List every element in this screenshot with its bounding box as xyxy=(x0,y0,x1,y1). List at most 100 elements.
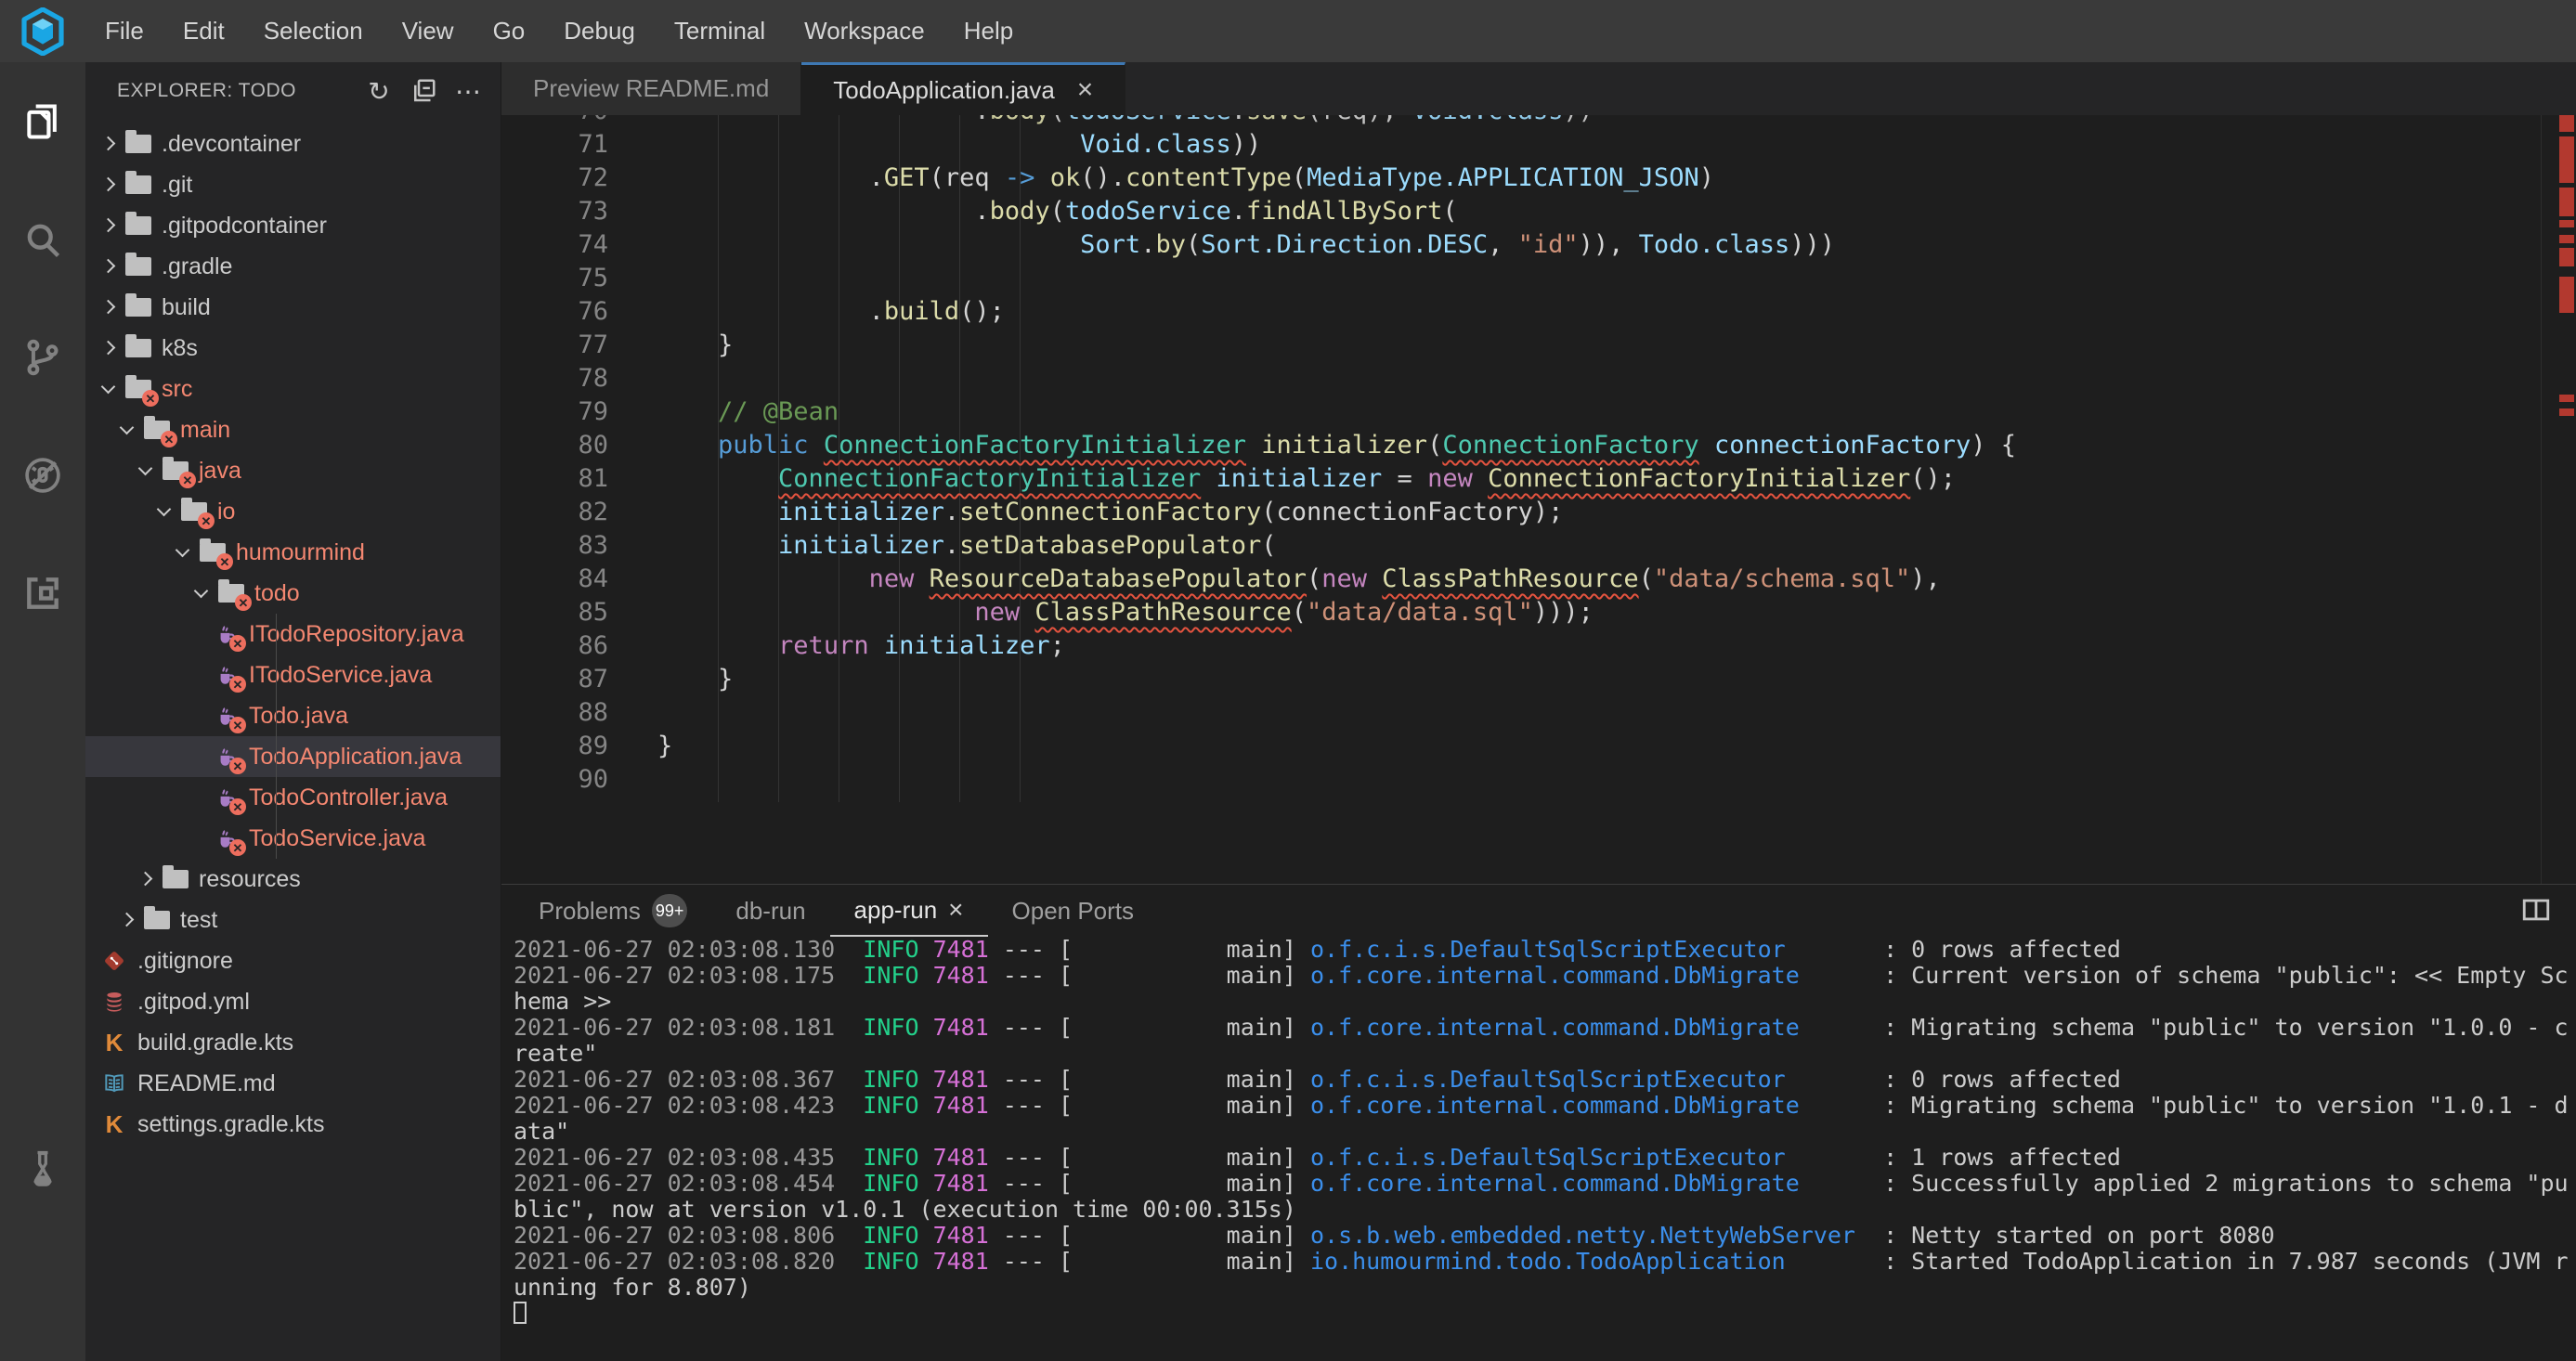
editor-tab-todoapplication-java[interactable]: TodoApplication.java× xyxy=(801,62,1125,115)
test-flask-icon[interactable] xyxy=(0,1109,85,1227)
line-content: ConnectionFactoryInitializer initializer… xyxy=(608,462,1956,496)
tree-item--gitpodcontainer[interactable]: .gitpodcontainer xyxy=(85,205,501,246)
menu-item-debug[interactable]: Debug xyxy=(544,0,655,62)
tree-item-settings-gradle-kts[interactable]: Ksettings.gradle.kts xyxy=(85,1104,501,1145)
menu-item-help[interactable]: Help xyxy=(944,0,1033,62)
ide-window: FileEditSelectionViewGoDebugTerminalWork… xyxy=(0,0,2576,1361)
tree-item-todo[interactable]: ✕todo xyxy=(85,573,501,614)
tree-item-build[interactable]: build xyxy=(85,287,501,328)
panel-tab-db-run[interactable]: db-run xyxy=(711,885,829,937)
tree-item-label: .gitpod.yml xyxy=(137,989,250,1016)
line-number: 87 xyxy=(501,663,608,696)
tree-item-main[interactable]: ✕main xyxy=(85,409,501,450)
tree-item-label: README.md xyxy=(137,1070,276,1097)
tree-item-todoservice-java[interactable]: ✕TodoService.java xyxy=(85,818,501,859)
split-panel-icon[interactable] xyxy=(2520,894,2552,930)
folder-icon xyxy=(124,254,152,279)
tree-item-todocontroller-java[interactable]: ✕TodoController.java xyxy=(85,777,501,818)
close-icon[interactable]: × xyxy=(948,895,963,925)
menu-item-terminal[interactable]: Terminal xyxy=(655,0,785,62)
java-icon: ✕ xyxy=(212,826,240,850)
code-line: 85 new ClassPathResource("data/data.sql"… xyxy=(501,596,2541,629)
tree-item-label: io xyxy=(217,499,235,525)
error-badge: ✕ xyxy=(229,717,246,733)
tree-item-io[interactable]: ✕io xyxy=(85,491,501,532)
chevron-down-icon xyxy=(100,382,115,396)
activity-bar xyxy=(0,62,85,1361)
line-number: 79 xyxy=(501,395,608,429)
line-number: 86 xyxy=(501,629,608,663)
menu-item-workspace[interactable]: Workspace xyxy=(785,0,944,62)
error-mark xyxy=(2559,235,2574,243)
tree-item-label: .gitignore xyxy=(137,948,233,975)
gitpod-logo-icon[interactable] xyxy=(0,0,85,62)
terminal-line: 2021-06-27 02:03:08.130 INFO 7481 --- [ … xyxy=(514,937,2576,963)
menu-item-edit[interactable]: Edit xyxy=(163,0,244,62)
tree-item-k8s[interactable]: k8s xyxy=(85,328,501,369)
tree-item-java[interactable]: ✕java xyxy=(85,450,501,491)
tree-item-label: src xyxy=(162,376,192,403)
tree-item-test[interactable]: test xyxy=(85,900,501,940)
tree-item-todo-java[interactable]: ✕Todo.java xyxy=(85,695,501,736)
line-content xyxy=(608,262,657,295)
tree-item--gitpod-yml[interactable]: .gitpod.yml xyxy=(85,981,501,1022)
panel-tab-problems[interactable]: Problems99+ xyxy=(514,885,711,937)
editor-tab-preview-readme-md[interactable]: Preview README.md xyxy=(501,62,801,115)
debug-icon[interactable] xyxy=(0,416,85,534)
code-line: 88 xyxy=(501,696,2541,730)
source-control-icon[interactable] xyxy=(0,298,85,416)
panel-tab-label: Open Ports xyxy=(1012,897,1135,926)
tree-item--gitignore[interactable]: .gitignore xyxy=(85,940,501,981)
search-icon[interactable] xyxy=(0,180,85,298)
explorer-sidebar: EXPLORER: TODO ↻ ⋯ .devcontainer.git.git… xyxy=(85,62,501,1361)
tree-item--devcontainer[interactable]: .devcontainer xyxy=(85,123,501,164)
panel-tab-open-ports[interactable]: Open Ports xyxy=(988,885,1159,937)
terminal-line: hema >> xyxy=(514,989,2576,1015)
overview-ruler[interactable] xyxy=(2541,115,2576,884)
tree-item--git[interactable]: .git xyxy=(85,164,501,205)
terminal-line: 2021-06-27 02:03:08.454 INFO 7481 --- [ … xyxy=(514,1171,2576,1197)
terminal-output[interactable]: 2021-06-27 02:03:08.130 INFO 7481 --- [ … xyxy=(514,937,2576,1361)
tree-item--gradle[interactable]: .gradle xyxy=(85,246,501,287)
error-badge: ✕ xyxy=(229,676,246,693)
collapse-all-icon[interactable] xyxy=(408,75,439,107)
line-content: return initializer; xyxy=(608,629,1065,663)
tree-item-itodoservice-java[interactable]: ✕ITodoService.java xyxy=(85,655,501,695)
line-number: 71 xyxy=(501,128,608,162)
tree-item-itodorepository-java[interactable]: ✕ITodoRepository.java xyxy=(85,614,501,655)
tree-item-todoapplication-java[interactable]: ✕TodoApplication.java xyxy=(85,736,501,777)
tree-item-build-gradle-kts[interactable]: Kbuild.gradle.kts xyxy=(85,1022,501,1063)
panel-tab-label: db-run xyxy=(735,897,805,926)
java-icon: ✕ xyxy=(212,785,240,810)
chevron-right-icon xyxy=(119,913,134,927)
panel-tab-label: app-run xyxy=(854,896,938,925)
tree-item-humourmind[interactable]: ✕humourmind xyxy=(85,532,501,573)
more-actions-icon[interactable]: ⋯ xyxy=(452,75,484,107)
line-content: } xyxy=(608,663,733,696)
folder-icon: ✕ xyxy=(162,459,189,483)
tree-item-src[interactable]: ✕src xyxy=(85,369,501,409)
terminal-line xyxy=(514,1301,2576,1327)
close-icon[interactable]: × xyxy=(1077,76,1094,104)
code-editor[interactable]: 70 .body(todoService.save(req), Void.cla… xyxy=(501,115,2576,884)
plugins-icon[interactable] xyxy=(0,534,85,652)
chevron-down-icon xyxy=(119,422,134,437)
tree-item-resources[interactable]: resources xyxy=(85,859,501,900)
panel-tab-app-run[interactable]: app-run × xyxy=(830,885,988,937)
menu-item-selection[interactable]: Selection xyxy=(244,0,383,62)
tree-item-label: .gitpodcontainer xyxy=(162,213,327,240)
menu-item-go[interactable]: Go xyxy=(474,0,545,62)
error-badge: ✕ xyxy=(216,553,233,570)
error-badge: ✕ xyxy=(229,635,246,652)
kotlin-icon: K xyxy=(100,1112,128,1136)
menu-item-file[interactable]: File xyxy=(85,0,163,62)
menu-item-view[interactable]: View xyxy=(383,0,474,62)
tree-item-readme-md[interactable]: README.md xyxy=(85,1063,501,1104)
yaml-icon xyxy=(100,990,128,1014)
refresh-icon[interactable]: ↻ xyxy=(363,75,395,107)
line-number: 74 xyxy=(501,228,608,262)
error-mark xyxy=(2559,395,2574,402)
explorer-icon[interactable] xyxy=(0,62,85,180)
line-number: 76 xyxy=(501,295,608,329)
file-tree: .devcontainer.git .gitpodcontainer .gradle… xyxy=(85,120,501,1145)
